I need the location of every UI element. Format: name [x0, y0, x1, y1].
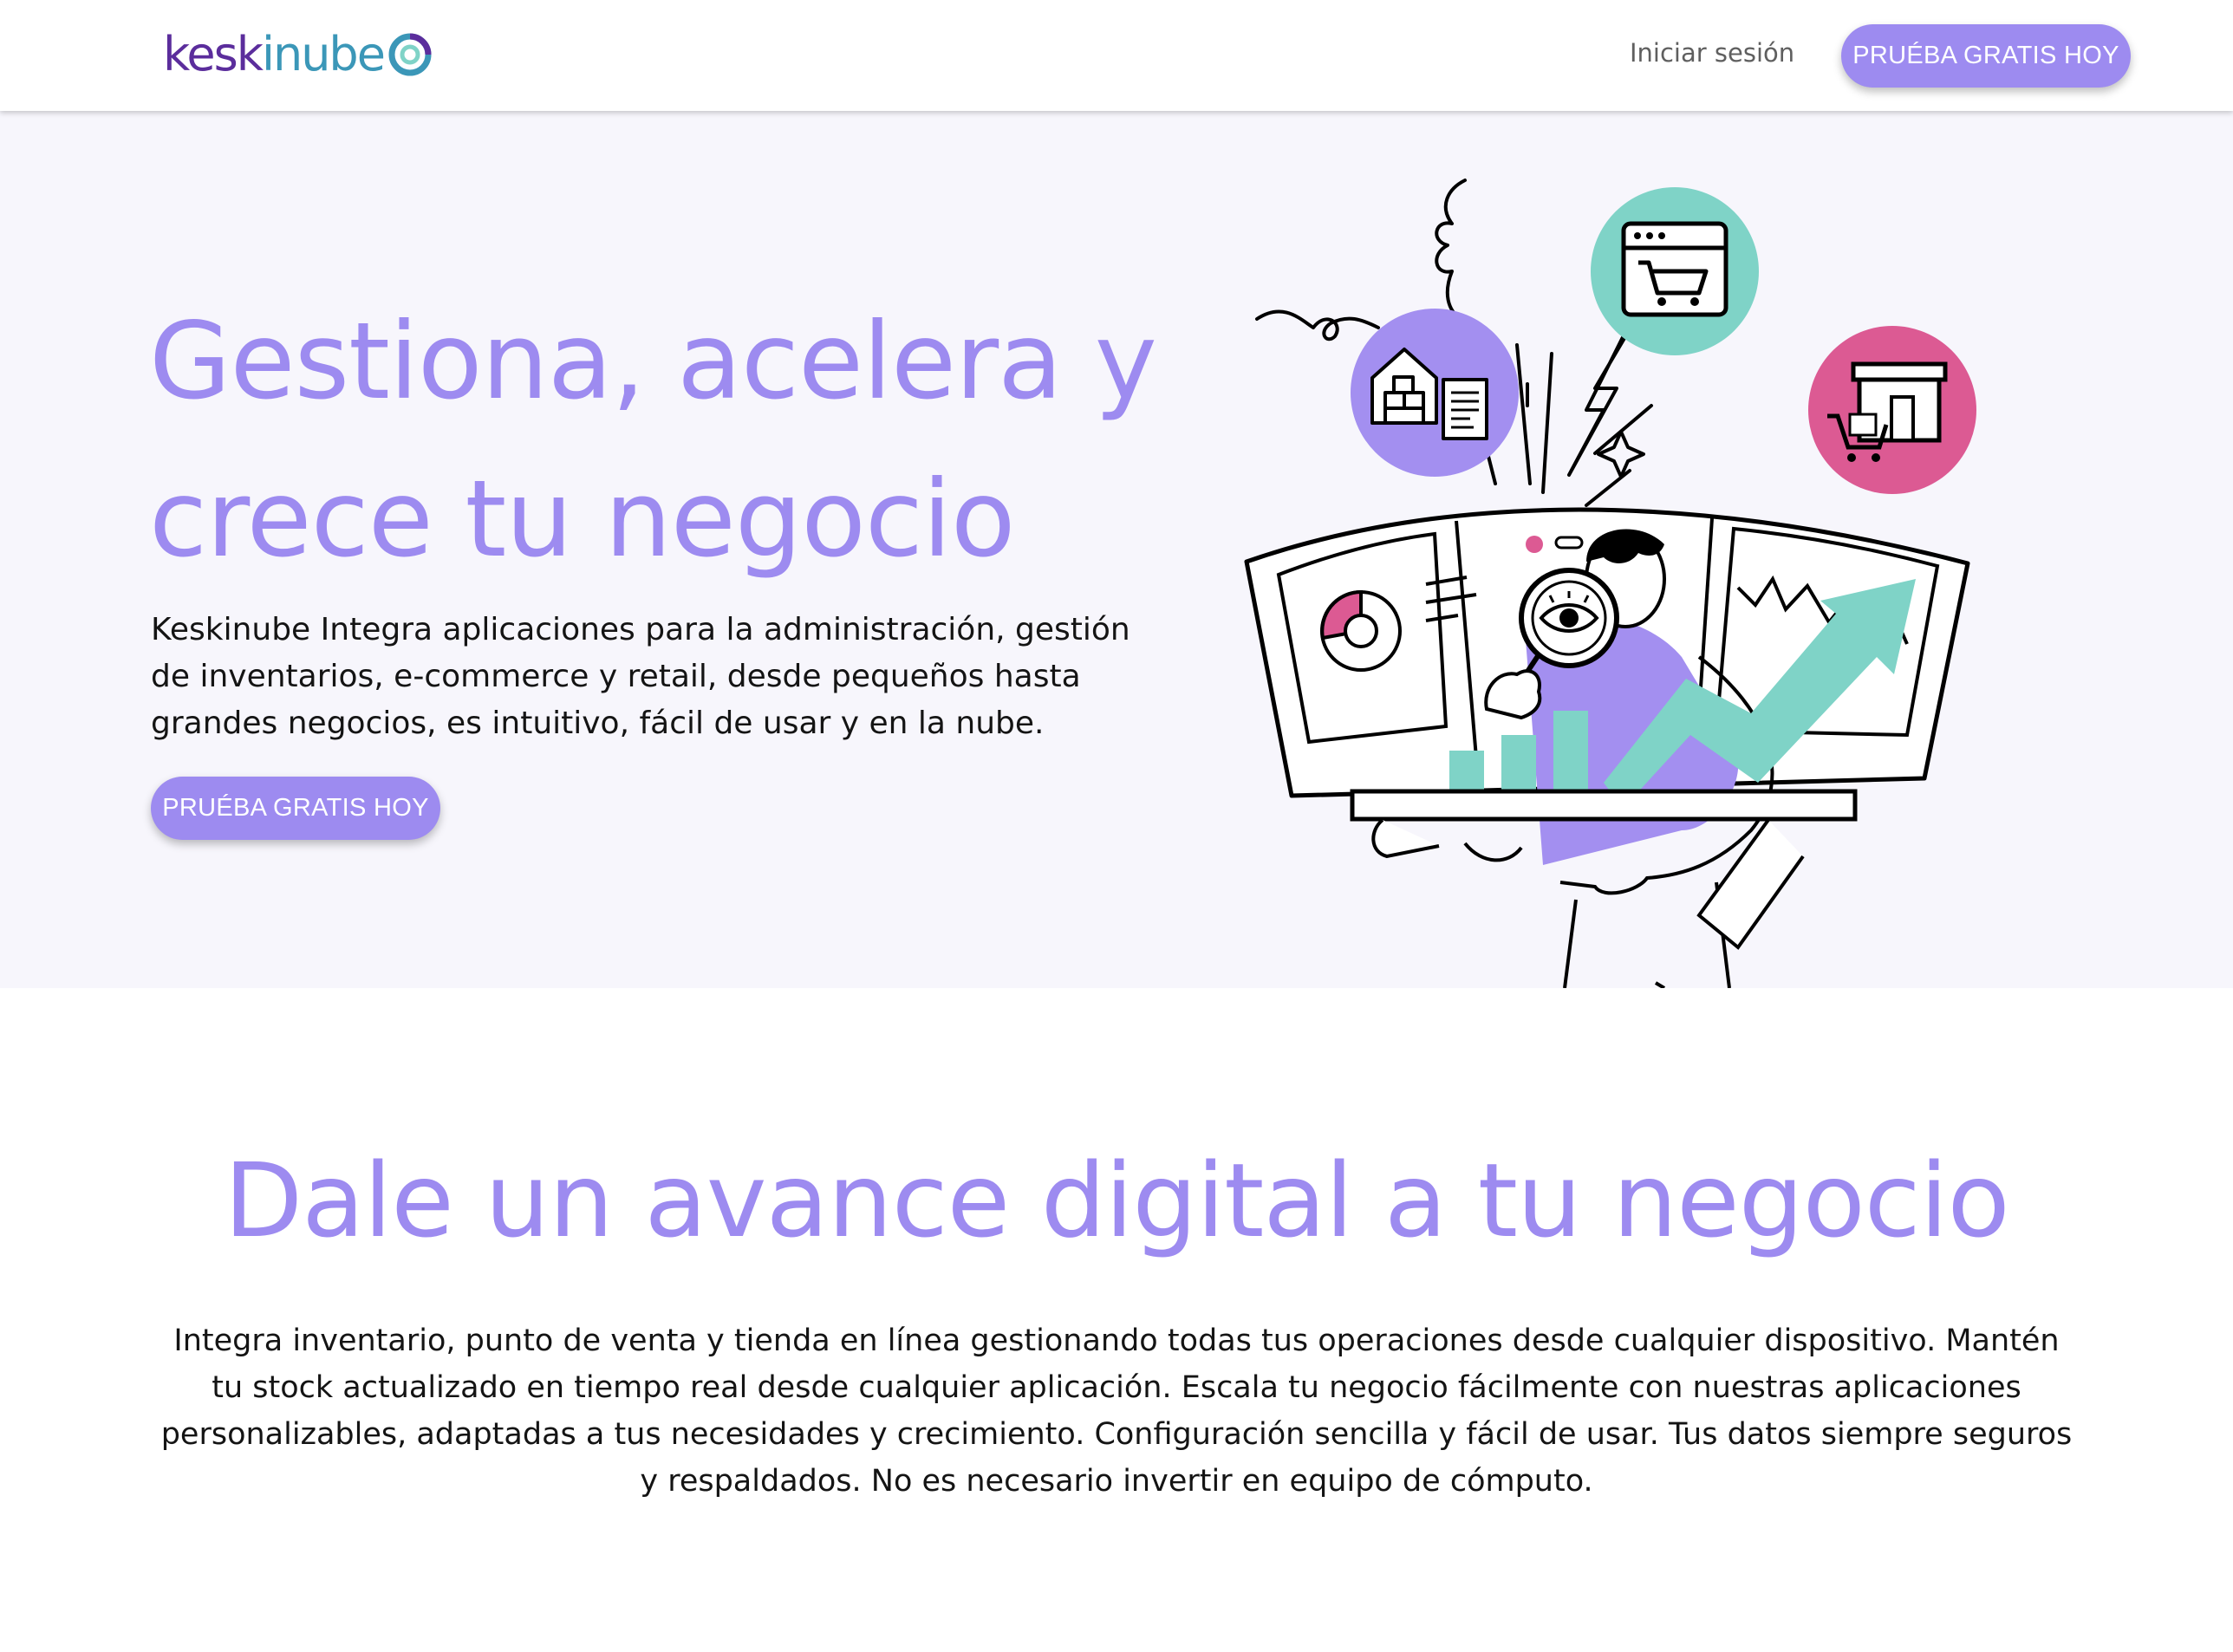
section-description: Integra inventario, punto de venta y tie… [160, 1324, 2073, 1499]
logo-ring-icon [388, 33, 432, 76]
site-header: keskinube Iniciar sesión PRUÉBA GRATIS H… [0, 0, 2233, 111]
hair-curl-decoration [1435, 179, 1467, 321]
logo-wordmark: keskinube [163, 27, 386, 81]
login-link[interactable]: Iniciar sesión [1630, 38, 1794, 68]
warehouse-icon [1351, 309, 1519, 477]
hero-section: Gestiona, acelera y crece tu negocio Kes… [0, 111, 2233, 988]
keskinube-logo[interactable]: keskinube [163, 26, 433, 83]
section-title: Dale un avance digital a tu negocio [224, 1141, 2009, 1260]
hero-illustration [1244, 179, 1976, 988]
try-free-header-button[interactable]: PRUÉBA GRATIS HOY [1841, 24, 2131, 88]
shopping-cart-browser-icon [1591, 187, 1759, 355]
hero-description: Keskinube Integra aplicaciones para la a… [151, 612, 1130, 741]
squiggle-decoration [1255, 309, 1380, 341]
pie-chart-icon [1320, 589, 1402, 672]
storefront-icon [1808, 326, 1976, 494]
try-free-hero-button[interactable]: PRUÉBA GRATIS HOY [151, 777, 440, 840]
hero-title: Gestiona, acelera y crece tu negocio [149, 300, 1157, 581]
sparkle-decoration [1597, 430, 1645, 478]
